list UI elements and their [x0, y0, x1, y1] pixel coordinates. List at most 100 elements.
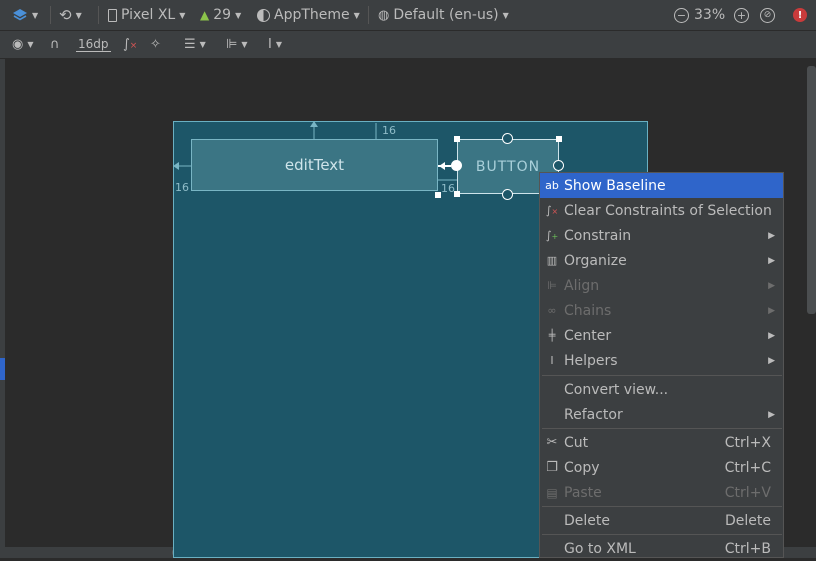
resize-handle[interactable] [435, 192, 441, 198]
submenu-arrow-icon: ▶ [768, 230, 775, 241]
menu-item-label: Show Baseline [564, 177, 666, 194]
toolbar-divider [368, 6, 369, 24]
menu-item-label: Helpers [564, 352, 618, 369]
vertical-scrollbar[interactable] [807, 66, 816, 314]
button-label: BUTTON [475, 158, 541, 175]
guidelines-dropdown[interactable]: Ι ▼ [268, 31, 282, 58]
layers-icon [13, 9, 27, 21]
chevron-down-icon: ▼ [27, 40, 34, 49]
menu-item-show-baseline[interactable]: ab Show Baseline [540, 173, 783, 198]
dimension-label-top: 16 [382, 124, 396, 137]
layout-toolbar: ◉ ▼ ∩ 16dp ∫× ✧ ☰ ▼ ⊫ ▼ Ι ▼ [0, 31, 816, 59]
menu-item-align[interactable]: ⊫ Align ▶ [540, 273, 783, 298]
toolbar-divider [98, 6, 99, 24]
menu-item-clear-constraints[interactable]: ∫× Clear Constraints of Selection [540, 198, 783, 223]
menu-item-chains[interactable]: ∞ Chains ▶ [540, 298, 783, 323]
clear-constraints-button[interactable]: ∫× [123, 31, 137, 58]
dimension-label-gap: 16 [441, 182, 455, 195]
menu-item-helpers[interactable]: Ι Helpers ▶ [540, 348, 783, 373]
menu-item-label: Clear Constraints of Selection [564, 202, 772, 219]
submenu-arrow-icon: ▶ [768, 355, 775, 366]
zoom-in-button[interactable]: + [734, 0, 749, 30]
top-toolbar: ▼ ⟲ ▼ Pixel XL ▼ ▲ 29 ▼ AppTheme ▼ ◍ Def… [0, 0, 816, 31]
chains-icon: ∞ [547, 304, 557, 317]
menu-item-label: Go to XML [564, 540, 636, 557]
zoom-out-button[interactable]: − [674, 0, 689, 30]
design-surface-dropdown[interactable]: ▼ [12, 0, 38, 30]
edittext-widget[interactable]: editText [191, 139, 438, 191]
menu-separator [542, 375, 782, 376]
menu-separator [542, 506, 782, 507]
align-icon: ⊫ [547, 279, 557, 292]
menu-separator [542, 534, 782, 535]
center-icon: ╪ [548, 329, 556, 342]
orientation-dropdown[interactable]: ⟲ ▼ [59, 0, 82, 30]
organize-icon: ▥ [546, 254, 558, 267]
theme-label: AppTheme [274, 7, 350, 23]
anchor-bottom[interactable] [502, 189, 513, 200]
left-panel-edge [0, 59, 5, 558]
pack-dropdown[interactable]: ☰ ▼ [184, 31, 206, 58]
resize-handle[interactable] [454, 136, 460, 142]
copy-icon: ❐ [546, 460, 558, 475]
menu-item-label: Cut [564, 434, 589, 451]
chevron-down-icon: ▼ [275, 40, 282, 49]
align-icon: ⊫ [226, 37, 238, 52]
resize-handle[interactable] [556, 136, 562, 142]
rotate-icon: ⟲ [59, 6, 72, 24]
align-dropdown[interactable]: ⊫ ▼ [226, 31, 247, 58]
autoconnect-toggle[interactable]: ∩ [50, 31, 60, 58]
menu-separator [542, 428, 782, 429]
scissors-icon: ✂ [546, 435, 558, 450]
menu-item-label: Align [564, 277, 600, 294]
chevron-down-icon: ▼ [179, 10, 186, 20]
default-margins-button[interactable]: 16dp [76, 31, 111, 58]
infer-constraints-button[interactable]: ✧ [150, 31, 161, 58]
magic-wand-icon: ✧ [150, 37, 161, 52]
theme-dropdown[interactable]: AppTheme ▼ [257, 0, 360, 30]
menu-item-delete[interactable]: Delete Delete [540, 508, 783, 533]
api-label: 29 [213, 7, 232, 23]
api-level-dropdown[interactable]: ▲ 29 ▼ [200, 0, 241, 30]
submenu-arrow-icon: ▶ [768, 280, 775, 291]
eye-icon: ◉ [12, 37, 24, 52]
menu-item-center[interactable]: ╪ Center ▶ [540, 323, 783, 348]
menu-item-refactor[interactable]: Refactor ▶ [540, 402, 783, 427]
error-icon: ! [793, 8, 807, 22]
margin-label: 16dp [76, 37, 111, 52]
zoom-fit-button[interactable]: ⊘ [760, 0, 775, 30]
submenu-arrow-icon: ▶ [768, 305, 775, 316]
menu-item-organize[interactable]: ▥ Organize ▶ [540, 248, 783, 273]
error-indicator[interactable]: ! [793, 0, 807, 30]
menu-item-constrain[interactable]: ∫+ Constrain ▶ [540, 223, 783, 248]
device-dropdown[interactable]: Pixel XL ▼ [108, 0, 185, 30]
phone-icon [108, 8, 117, 22]
paste-icon: ▤ [546, 485, 558, 500]
menu-item-label: Copy [564, 459, 600, 476]
menu-item-convert-view[interactable]: Convert view... [540, 377, 783, 402]
anchor-right[interactable] [553, 160, 564, 171]
zoom-level: 33% [694, 0, 725, 30]
menu-item-shortcut: Ctrl+B [724, 540, 771, 557]
chevron-down-icon: ▼ [241, 40, 248, 49]
view-options-dropdown[interactable]: ◉ ▼ [12, 31, 34, 58]
edittext-label: editText [284, 156, 345, 174]
magnet-icon: ∩ [50, 37, 60, 52]
menu-item-go-to-xml[interactable]: Go to XML Ctrl+B [540, 536, 783, 561]
resize-handle[interactable] [454, 191, 460, 197]
baseline-icon: ab [545, 179, 559, 192]
menu-item-label: Chains [564, 302, 612, 319]
zoom-label: 33% [694, 7, 726, 23]
menu-item-copy[interactable]: ❐ Copy Ctrl+C [540, 455, 783, 480]
anchor-left[interactable] [451, 160, 462, 171]
locale-dropdown[interactable]: ◍ Default (en-us) ▼ [378, 0, 509, 30]
chevron-down-icon: ▼ [235, 10, 242, 20]
menu-item-cut[interactable]: ✂ Cut Ctrl+X [540, 430, 783, 455]
menu-item-paste[interactable]: ▤ Paste Ctrl+V [540, 480, 783, 505]
clear-constraints-icon: ∫× [545, 204, 559, 217]
chevron-down-icon: ▼ [353, 10, 360, 20]
anchor-top[interactable] [502, 133, 513, 144]
submenu-arrow-icon: ▶ [768, 255, 775, 266]
menu-item-shortcut: Delete [725, 512, 771, 529]
helpers-icon: Ι [550, 354, 554, 367]
